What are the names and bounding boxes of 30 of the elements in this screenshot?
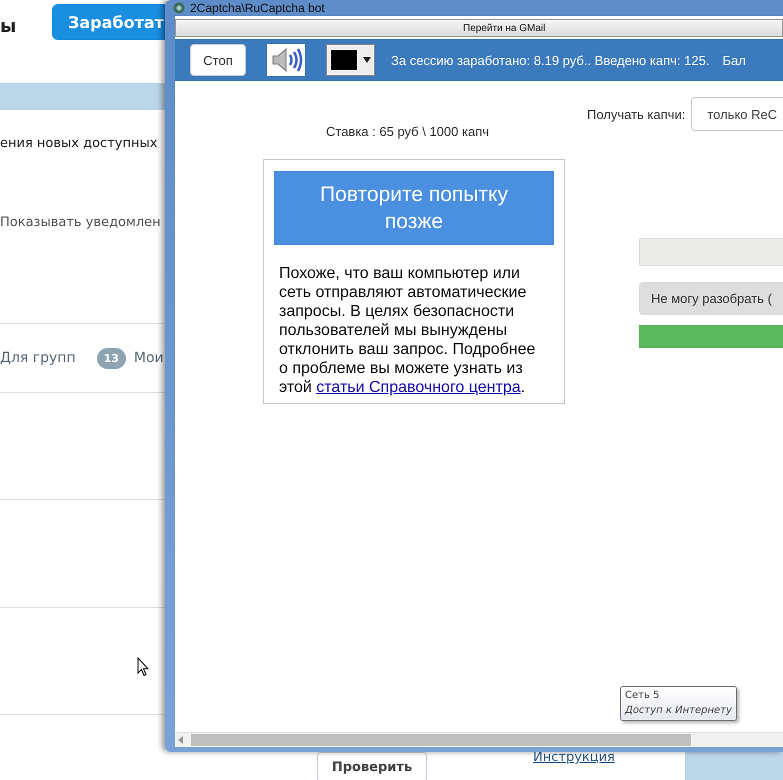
gmail-button[interactable]: Перейти на GMail: [175, 19, 783, 37]
session-info: За сессию заработано: 8.19 руб.. Введено капч: 125.: [391, 52, 710, 68]
help-link[interactable]: статьи Справочного центра: [316, 379, 521, 396]
error-title: Повторите попытку позже: [274, 171, 554, 245]
receive-label: Получать капчи:: [587, 106, 686, 122]
network-name: Сеть 5: [625, 689, 660, 703]
balance-text: Бал: [722, 52, 746, 68]
tab[interactable]: Для групп: [0, 350, 76, 366]
cursor-icon: [137, 657, 149, 677]
scrollbar[interactable]: [175, 732, 783, 747]
stop-button[interactable]: Стоп: [190, 44, 246, 76]
tab[interactable]: Мои: [134, 350, 164, 366]
network-status: Доступ к Интернету: [625, 704, 732, 718]
heading-text: ы: [0, 16, 18, 37]
answer-field[interactable]: [639, 238, 783, 266]
app-icon: [173, 2, 185, 14]
color-picker[interactable]: [326, 44, 375, 76]
notification-option[interactable]: Показывать уведомлен: [0, 215, 165, 230]
receive-select[interactable]: только ReC: [691, 97, 783, 131]
cannot-read-button[interactable]: Не могу разобрать (: [639, 282, 783, 315]
section-title: ения новых доступных: [0, 136, 158, 151]
check-button[interactable]: Проверить: [317, 752, 427, 780]
instruction-link[interactable]: Инструкция: [533, 750, 615, 765]
speaker-icon[interactable]: [267, 44, 305, 76]
error-message: Похоже, что ваш компьютер или сеть отправляют автоматические запросы. В целях безопасности пользователей мы вынуждены отклонить ваш запрос. Подробнее о проблеме вы можете узнать из этой статьи Справочного центра.: [279, 264, 536, 397]
scroll-left-icon[interactable]: [178, 736, 183, 744]
count-badge: 13: [96, 348, 126, 368]
dropdown-arrow-icon: [363, 57, 371, 63]
window-title: 2Captcha\RuCaptcha bot: [190, 1, 325, 15]
rate-text: Ставка : 65 руб \ 1000 капч: [326, 124, 490, 139]
